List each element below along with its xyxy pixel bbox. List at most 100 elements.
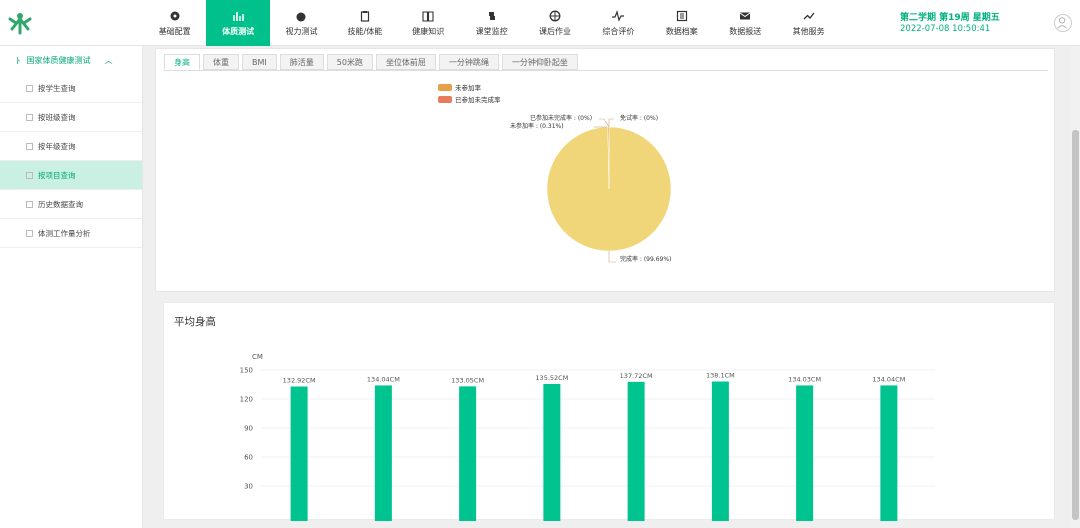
tab-1[interactable]: 体重 xyxy=(203,54,239,70)
nav-item-label: 健康知识 xyxy=(412,26,445,36)
bar-1[interactable] xyxy=(374,385,392,521)
nav-item-label: 数据报送 xyxy=(729,26,762,36)
sidebar-item-label: 按年级查询 xyxy=(38,141,76,151)
scrollbar-thumb[interactable] xyxy=(1072,130,1079,520)
pie-leader-line-3 xyxy=(608,251,616,263)
bar-3[interactable] xyxy=(543,383,561,521)
nav-item-7[interactable]: 综合评价 xyxy=(587,0,650,46)
nav-item-label: 其他服务 xyxy=(792,26,825,36)
list-icon xyxy=(26,113,33,121)
bar-value-label-7: 134.04CM xyxy=(872,375,905,383)
tab-7[interactable]: 一分钟仰卧起坐 xyxy=(501,54,578,70)
bar-value-label-0: 132.92CM xyxy=(283,377,316,385)
pie-label-not-joined: 未参加率 : (0.31%) xyxy=(510,123,564,130)
fitness-icon: ﾄ xyxy=(16,56,21,67)
y-tick-label-3: 120 xyxy=(240,396,253,404)
y-tick-label-4: 150 xyxy=(240,367,253,375)
trend-icon xyxy=(803,12,815,19)
sidebar-item-label: 按学生查询 xyxy=(38,83,76,93)
legend-swatch xyxy=(438,95,452,103)
gear-icon xyxy=(170,11,180,20)
nav-item-5[interactable]: 课堂监控 xyxy=(460,0,523,46)
logo-icon[interactable] xyxy=(6,9,34,37)
sidebar-list: 按学生查询按班级查询按年级查询按项目查询历史数据查询 体测工作量分析 xyxy=(0,74,142,248)
sidebar-item-label: 按项目查询 xyxy=(38,170,76,180)
datetime: 2022-07-08 10:50:41 xyxy=(900,24,991,34)
bar-5[interactable] xyxy=(711,381,729,521)
nav-item-1[interactable]: 体质测试 xyxy=(206,0,270,46)
clipboard-icon xyxy=(360,10,369,22)
mail-icon xyxy=(739,12,751,19)
sidebar-item-label: 体测工作量分析 xyxy=(38,228,91,238)
sidebar-item-0[interactable]: 按学生查询 xyxy=(0,74,142,103)
nav-item-label: 技能/体能 xyxy=(347,26,383,36)
nav-item-3[interactable]: 技能/体能 xyxy=(333,0,396,46)
pie-leader-line-1 xyxy=(599,118,610,128)
sidebar-item-label: 历史数据查询 xyxy=(38,199,83,209)
list-icon xyxy=(26,200,33,208)
list-icon xyxy=(26,171,33,179)
main-nav: 基础配置 体质测试 视力测试 技能/体能 健康知识 课堂监控 课后作业 综合评价 数据档案 数据报… xyxy=(143,0,840,46)
bar-value-label-3: 135.52CM xyxy=(535,374,568,382)
nav-item-0[interactable]: 基础配置 xyxy=(143,0,206,46)
bar-4[interactable] xyxy=(627,381,645,521)
legend-label: 已参加未完成率 xyxy=(455,96,501,104)
bar-value-label-5: 138.1CM xyxy=(706,372,735,380)
basketball-icon xyxy=(549,10,561,21)
chevron-up-icon: ︿ xyxy=(104,55,113,65)
tab-4[interactable]: 50米跑 xyxy=(326,54,373,70)
pie-leader-line-0 xyxy=(608,118,614,127)
user-avatar-icon[interactable] xyxy=(1054,14,1072,32)
term-info: 第二学期 第19周 星期五 xyxy=(900,13,1000,23)
bar-value-label-1: 134.04CM xyxy=(367,375,400,383)
tab-0[interactable]: 身高 xyxy=(164,54,200,70)
pulse-icon xyxy=(612,9,625,22)
tab-divider xyxy=(164,70,1048,71)
tab-6[interactable]: 一分钟跳绳 xyxy=(438,54,499,70)
bar-7[interactable] xyxy=(880,385,898,521)
top-bar: 基础配置 体质测试 视力测试 技能/体能 健康知识 课堂监控 课后作业 综合评价 数据档案 数据报… xyxy=(0,0,1080,46)
nav-item-9[interactable]: 数据报送 xyxy=(714,0,777,46)
nav-item-label: 体质测试 xyxy=(222,26,255,36)
pie-legend: 未参加率已参加未完成率 xyxy=(438,81,501,105)
pie-panel: 身高 体重 BMI 肺活量 50米跑 坐位体前屈 一分钟跳绳 一分钟仰卧起坐 未参加率已参加未… xyxy=(155,48,1055,292)
bar-6[interactable] xyxy=(796,385,814,521)
sidebar-item-4[interactable]: 历史数据查询 xyxy=(0,190,142,219)
nav-item-label: 课堂监控 xyxy=(475,26,508,36)
bar-value-label-2: 133.05CM xyxy=(451,376,484,384)
tab-3[interactable]: 肺活量 xyxy=(279,54,324,70)
average-panel: 平均身高 CM 30 60 90 120 150 132.92CM 134.04CM 133.0… xyxy=(163,302,1055,521)
nav-item-10[interactable]: 其他服务 xyxy=(777,0,840,46)
nav-item-8[interactable]: 数据档案 xyxy=(650,0,713,46)
legend-item-0[interactable]: 未参加率 xyxy=(438,81,501,93)
pie-chart xyxy=(546,118,672,263)
metric-tabs: 身高 体重 BMI 肺活量 50米跑 坐位体前屈 一分钟跳绳 一分钟仰卧起坐 xyxy=(164,54,581,70)
python-icon xyxy=(488,11,495,20)
sidebar-item-5[interactable]: 体测工作量分析 xyxy=(0,219,142,248)
nav-item-4[interactable]: 健康知识 xyxy=(397,0,460,46)
sidebar-item-label: 按班级查询 xyxy=(38,112,76,122)
legend-label: 未参加率 xyxy=(455,84,481,92)
sidebar-item-2[interactable]: 按年级查询 xyxy=(0,132,142,161)
sidebar-item-3[interactable]: 按项目查询 xyxy=(0,161,142,190)
bar-0[interactable] xyxy=(290,386,308,521)
bar-2[interactable] xyxy=(459,386,477,521)
bar-chart: CM 30 60 90 120 150 132.92CM 134.04CM 133.05CM 13… xyxy=(240,353,935,521)
pie-label-completed: 完成率 : (99.69%) xyxy=(620,256,672,263)
nav-item-6[interactable]: 课后作业 xyxy=(523,0,586,46)
sidebar: ﾄ 国家体质健康测试 ︿ 按学生查询按班级查询按年级查询按项目查询历史数据查询体… xyxy=(0,46,143,528)
y-tick-label-0: 30 xyxy=(244,483,253,491)
legend-item-1[interactable]: 已参加未完成率 xyxy=(438,93,501,105)
tab-2[interactable]: BMI xyxy=(242,54,277,70)
sidebar-section-label: 国家体质健康测试 xyxy=(26,55,91,65)
tab-5[interactable]: 坐位体前屈 xyxy=(375,54,436,70)
list-icon xyxy=(26,142,33,150)
list-icon xyxy=(26,84,33,92)
sidebar-section-header[interactable]: ﾄ 国家体质健康测试 ︿ xyxy=(0,46,142,74)
nav-item-label: 综合评价 xyxy=(602,26,635,36)
sidebar-item-1[interactable]: 按班级查询 xyxy=(0,103,142,132)
nav-item-2[interactable]: 视力测试 xyxy=(270,0,333,46)
average-title: 平均身高 xyxy=(174,316,216,328)
nav-item-label: 数据档案 xyxy=(665,26,698,36)
bar-chart-icon xyxy=(233,11,244,21)
